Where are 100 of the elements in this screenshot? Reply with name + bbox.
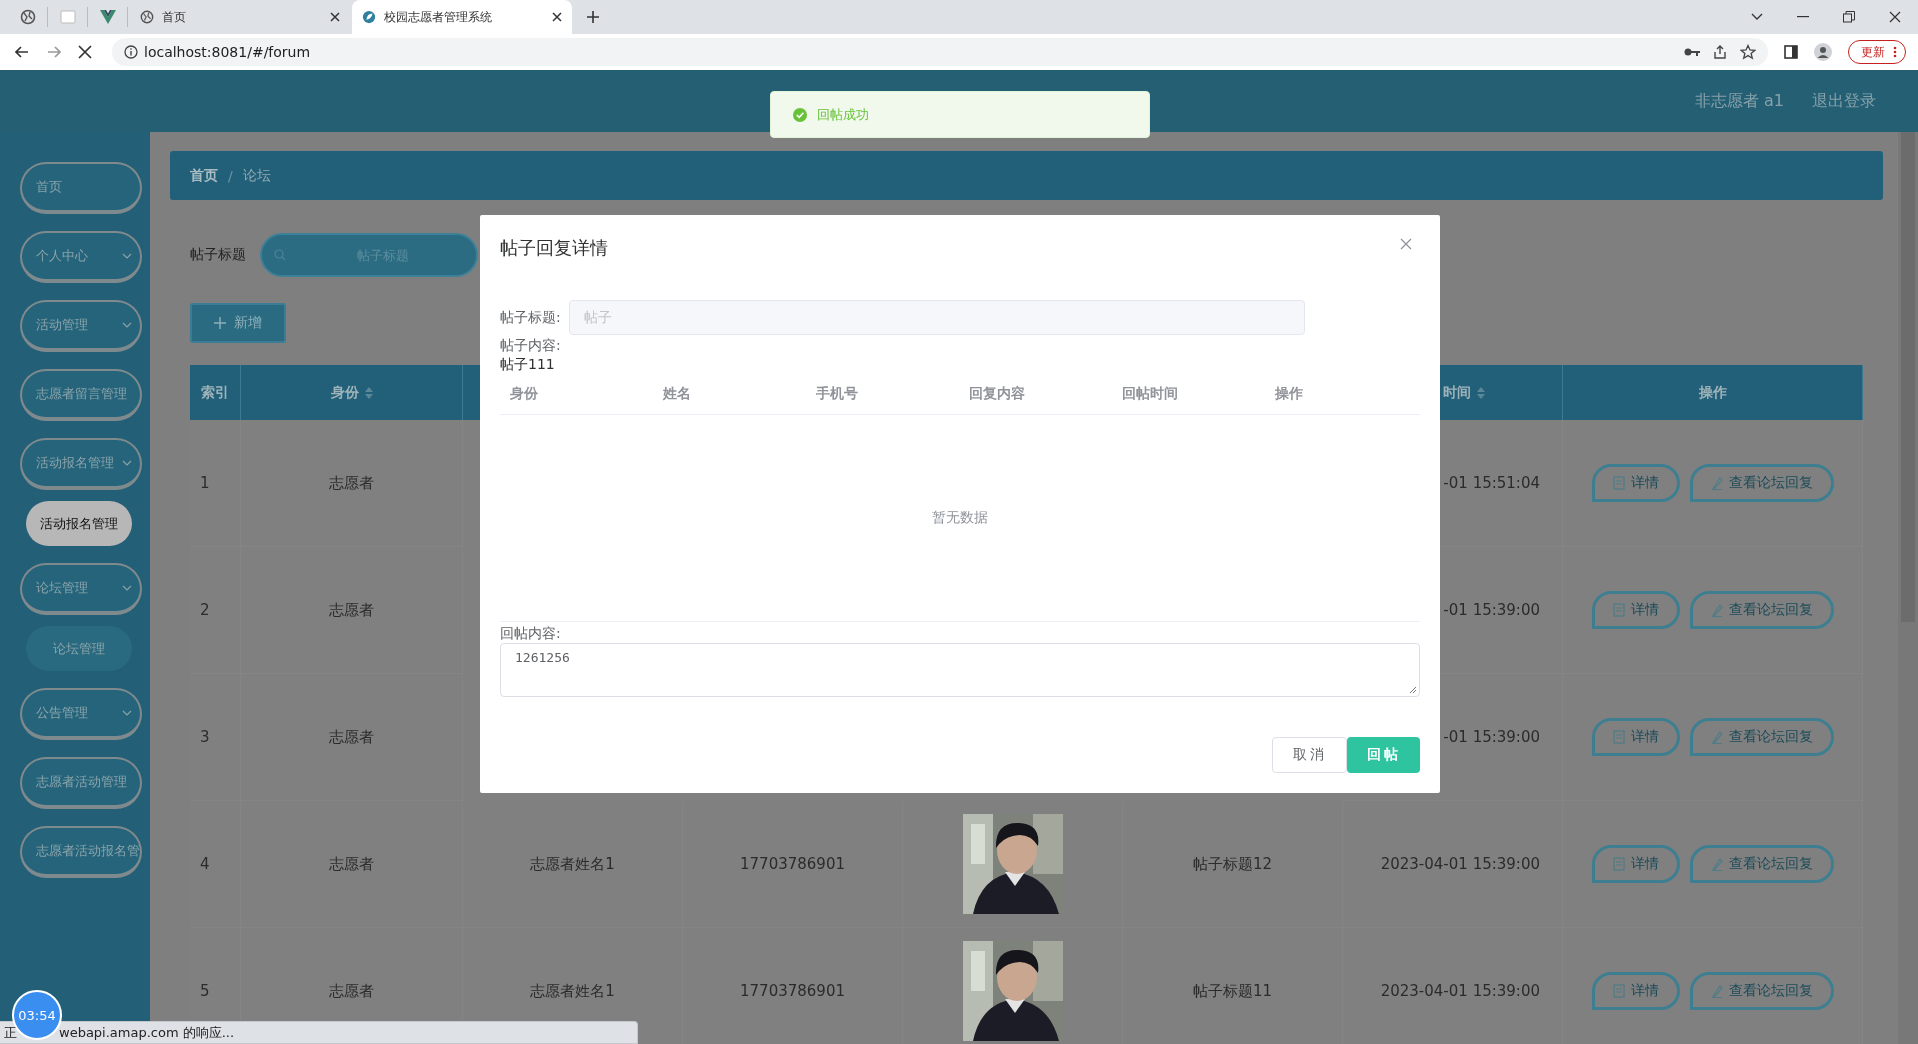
check-circle-icon	[793, 107, 807, 122]
view-replies-button[interactable]: 查看论坛回复	[1689, 845, 1834, 883]
scrollbar[interactable]	[1898, 132, 1918, 1044]
restore-icon[interactable]	[1843, 11, 1855, 23]
share-icon[interactable]	[1712, 44, 1728, 60]
details-button[interactable]: 详情	[1591, 845, 1680, 883]
details-button[interactable]: 详情	[1591, 972, 1680, 1010]
update-button[interactable]: 更新	[1848, 40, 1906, 64]
details-button[interactable]: 详情	[1591, 591, 1680, 629]
minimize-icon[interactable]	[1797, 16, 1809, 18]
table-cell: 志愿者	[329, 473, 374, 493]
new-tab-icon[interactable]	[586, 10, 600, 24]
sidebar-item[interactable]: 活动管理	[20, 300, 142, 352]
sidebar-item[interactable]: 首页	[20, 162, 142, 214]
side-panel-icon[interactable]	[1784, 45, 1798, 59]
sidebar-item[interactable]: 志愿者活动管理	[20, 757, 142, 809]
table-cell: -01 15:39:00	[1443, 601, 1540, 619]
plus-icon	[214, 317, 226, 329]
table-cell: 17703786901	[740, 982, 845, 1000]
table-cell: 2023-04-01 15:39:00	[1380, 982, 1540, 1000]
sidebar-item[interactable]: 个人中心	[20, 231, 142, 283]
chevron-down-icon	[122, 322, 132, 328]
view-replies-button[interactable]: 查看论坛回复	[1689, 591, 1834, 629]
column-header: 时间	[1443, 383, 1471, 402]
close-icon[interactable]	[330, 12, 340, 22]
field-label: 帖子内容:	[500, 336, 561, 355]
details-button[interactable]: 详情	[1591, 464, 1680, 502]
document-icon	[1612, 603, 1625, 617]
sidebar-item[interactable]: 活动报名管理	[20, 438, 142, 490]
table-cell: 志愿者姓名1	[530, 854, 615, 874]
profile-icon[interactable]	[1814, 43, 1832, 61]
column-header: 身份	[330, 383, 359, 402]
sidebar-item[interactable]: 公告管理	[20, 688, 142, 740]
table-cell: 志愿者	[329, 600, 374, 620]
pencil-icon	[1710, 730, 1723, 744]
field-label: 回帖内容:	[500, 624, 561, 643]
search-label: 帖子标题	[190, 246, 246, 264]
add-button[interactable]: 新增	[190, 303, 286, 343]
chevron-down-icon	[122, 710, 132, 716]
cancel-button[interactable]: 取消	[1272, 737, 1347, 773]
breadcrumb-separator: /	[228, 167, 233, 184]
sidebar-item[interactable]: 志愿者活动报名管	[20, 826, 142, 878]
address-bar[interactable]: localhost:8081/#/forum	[112, 38, 1768, 66]
table-cell: 志愿者	[329, 727, 374, 747]
chevron-down-icon[interactable]	[1751, 13, 1763, 21]
search-icon	[274, 249, 286, 261]
column-header: 索引	[201, 383, 229, 402]
browser-tab[interactable]: 首页	[130, 0, 350, 34]
post-content: 帖子111	[500, 355, 555, 374]
view-replies-button[interactable]: 查看论坛回复	[1689, 464, 1834, 502]
table-cell: 4	[200, 855, 210, 873]
submenu-item[interactable]: 论坛管理	[26, 626, 132, 671]
document-icon	[1612, 984, 1625, 998]
chevron-down-icon	[122, 585, 132, 591]
reply-textarea[interactable]: 1261256	[500, 643, 1420, 697]
back-icon[interactable]	[14, 44, 30, 60]
breadcrumb-item: 论坛	[242, 166, 271, 185]
column-header: 姓名	[663, 385, 692, 403]
column-header: 操作	[1698, 383, 1727, 402]
sidebar-item[interactable]: 志愿者留言管理	[20, 369, 142, 421]
chevron-down-icon	[122, 460, 132, 466]
dialog-title: 帖子回复详情	[500, 236, 608, 260]
info-icon	[124, 45, 138, 59]
more-icon	[1893, 46, 1897, 58]
table-cell: 志愿者姓名1	[530, 981, 615, 1001]
table-cell: 2	[200, 601, 210, 619]
stop-icon[interactable]	[78, 45, 92, 59]
submenu-item[interactable]: 活动报名管理	[26, 501, 132, 546]
table-cell: 1	[200, 474, 210, 492]
sidebar-item[interactable]: 论坛管理	[20, 563, 142, 615]
pencil-icon	[1710, 476, 1723, 490]
document-icon	[1612, 857, 1625, 871]
star-icon[interactable]	[1740, 44, 1756, 60]
details-button[interactable]: 详情	[1591, 718, 1680, 756]
globe-icon	[140, 10, 154, 24]
column-header: 回复内容	[969, 385, 1026, 403]
breadcrumb-item[interactable]: 首页	[190, 166, 218, 185]
close-icon[interactable]	[1889, 11, 1901, 23]
table-cell: 5	[200, 982, 210, 1000]
logout-link[interactable]: 退出登录	[1812, 90, 1876, 112]
table-cell: 志愿者	[329, 854, 374, 874]
resize-handle-icon[interactable]	[1409, 686, 1417, 694]
forward-icon[interactable]	[46, 44, 62, 60]
column-header: 回帖时间	[1122, 385, 1179, 403]
view-replies-button[interactable]: 查看论坛回复	[1689, 972, 1834, 1010]
status-text: webapi.amap.com 的响应...	[59, 1023, 235, 1042]
leaf-logo-icon	[362, 10, 376, 24]
view-replies-button[interactable]: 查看论坛回复	[1689, 718, 1834, 756]
table-cell: 3	[200, 728, 210, 746]
table-cell: 2023-04-01 15:39:00	[1380, 855, 1540, 873]
browser-tab[interactable]: 校园志愿者管理系统	[352, 0, 572, 34]
reply-button[interactable]: 回帖	[1347, 737, 1420, 773]
empty-text: 暂无数据	[932, 509, 988, 527]
pencil-icon	[1710, 984, 1723, 998]
table-cell: 帖子标题11	[1192, 981, 1273, 1001]
close-icon[interactable]	[552, 12, 562, 22]
table-cell: 帖子标题12	[1192, 854, 1273, 874]
key-icon[interactable]	[1684, 47, 1700, 57]
table-cell: -01 15:51:04	[1443, 474, 1540, 492]
chevron-down-icon	[122, 253, 132, 259]
